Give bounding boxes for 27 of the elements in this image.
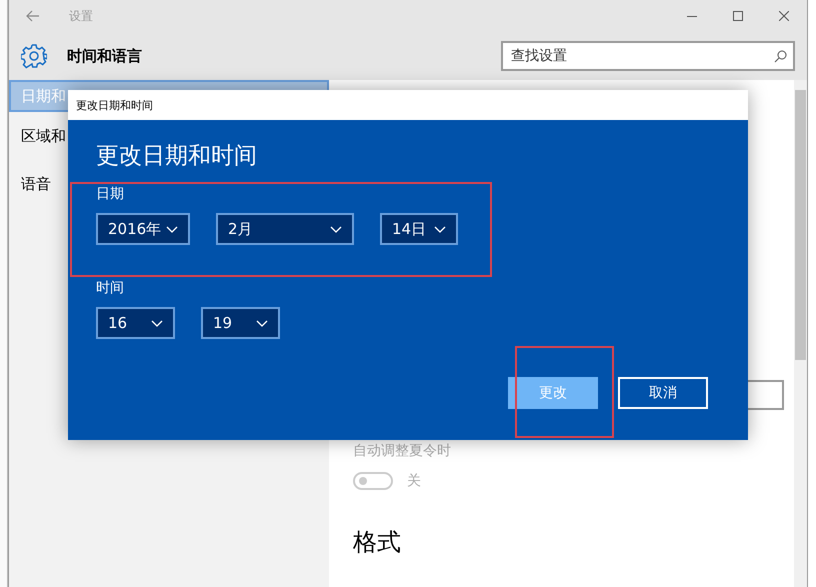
chevron-down-icon xyxy=(434,226,446,232)
field-label: 时间 xyxy=(96,279,124,297)
window-title: 设置 xyxy=(69,8,94,24)
select-field[interactable]: 14日 xyxy=(380,213,458,245)
chevron-down-icon xyxy=(256,320,268,326)
field-label: 日期 xyxy=(96,185,124,203)
select-field[interactable]: 16 xyxy=(96,307,175,339)
close-icon[interactable] xyxy=(779,11,789,21)
back-arrow-icon[interactable] xyxy=(26,10,40,22)
select-field[interactable]: 2016年 xyxy=(96,213,190,245)
section-title: 格式 xyxy=(353,527,402,558)
chevron-down-icon xyxy=(151,320,163,326)
scrollbar[interactable] xyxy=(794,80,807,587)
page-title: 时间和语言 xyxy=(67,46,143,66)
chevron-down-icon xyxy=(166,226,178,232)
setting-label: 自动调整夏令时 xyxy=(353,442,452,460)
cancel-button[interactable]: 取消 xyxy=(618,377,708,409)
maximize-icon[interactable] xyxy=(733,11,743,21)
search-icon xyxy=(774,50,787,63)
search-field[interactable]: 查找设置 xyxy=(501,41,795,71)
chevron-down-icon xyxy=(330,226,342,232)
dialog-title: 更改日期和时间 xyxy=(76,98,153,112)
toggle-state: 关 xyxy=(407,472,421,490)
select-field[interactable]: 2月 xyxy=(216,213,354,245)
settings-icon xyxy=(21,43,47,69)
dialog-heading: 更改日期和时间 xyxy=(96,142,258,171)
select-field[interactable]: 19 xyxy=(201,307,280,339)
